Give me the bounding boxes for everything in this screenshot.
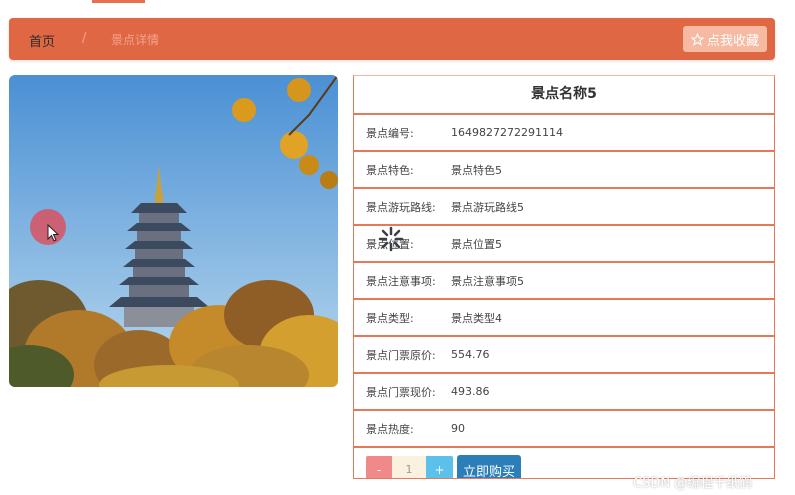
- info-label: 景点特色:: [366, 163, 414, 177]
- breadcrumb: 首页 / 景点详情 点我收藏: [9, 18, 775, 60]
- info-value: 554.76: [451, 348, 490, 361]
- info-row-id: 景点编号: 1649827272291114: [354, 115, 774, 152]
- breadcrumb-separator: /: [82, 31, 87, 46]
- info-value: 493.86: [451, 385, 490, 398]
- spot-title: 景点名称5: [354, 76, 774, 115]
- favorite-button[interactable]: 点我收藏: [683, 26, 767, 52]
- info-label: 景点类型:: [366, 311, 414, 325]
- info-row-location: 景点位置: 景点位置5: [354, 226, 774, 263]
- info-label: 景点游玩路线:: [366, 200, 436, 214]
- cursor-icon: [47, 224, 60, 242]
- info-row-popularity: 景点热度: 90: [354, 411, 774, 448]
- info-label: 景点门票原价:: [366, 348, 436, 362]
- info-row-type: 景点类型: 景点类型4: [354, 300, 774, 337]
- info-row-current-price: 景点门票现价: 493.86: [354, 374, 774, 411]
- info-row-notes: 景点注意事项: 景点注意事项5: [354, 263, 774, 300]
- info-label: 景点热度:: [366, 422, 414, 436]
- watermark: CSDN @编程千纸鹤: [633, 476, 753, 491]
- quantity-input[interactable]: 1: [392, 456, 426, 478]
- quantity-increase-button[interactable]: +: [426, 456, 453, 478]
- info-value: 景点类型4: [451, 311, 502, 325]
- info-value: 景点游玩路线5: [451, 200, 524, 214]
- info-row-feature: 景点特色: 景点特色5: [354, 152, 774, 189]
- breadcrumb-current: 景点详情: [111, 33, 160, 47]
- loading-spinner-icon: [378, 226, 404, 252]
- star-icon: [690, 32, 704, 46]
- info-value: 1649827272291114: [451, 126, 563, 139]
- info-value: 90: [451, 422, 465, 435]
- info-value: 景点特色5: [451, 163, 502, 177]
- info-row-route: 景点游玩路线: 景点游玩路线5: [354, 189, 774, 226]
- buy-now-button[interactable]: 立即购买: [457, 455, 521, 478]
- breadcrumb-home-link[interactable]: 首页: [29, 31, 55, 50]
- top-nav-active-indicator: [92, 0, 145, 3]
- info-label: 景点注意事项:: [366, 274, 436, 288]
- info-value: 景点注意事项5: [451, 274, 524, 288]
- favorite-button-label: 点我收藏: [706, 33, 759, 49]
- spot-info-table: 景点名称5 景点编号: 1649827272291114 景点特色: 景点特色5…: [353, 75, 775, 479]
- info-value: 景点位置5: [451, 237, 502, 251]
- info-row-original-price: 景点门票原价: 554.76: [354, 337, 774, 374]
- quantity-decrease-button[interactable]: -: [366, 456, 392, 478]
- info-label: 景点编号:: [366, 126, 414, 140]
- info-label: 景点门票现价:: [366, 385, 436, 399]
